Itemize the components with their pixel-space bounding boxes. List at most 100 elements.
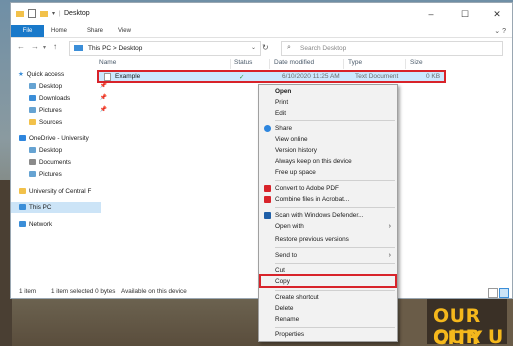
- column-divider[interactable]: [405, 59, 406, 69]
- menu-properties[interactable]: Properties: [259, 329, 397, 340]
- address-dropdown-icon[interactable]: ⌄: [251, 44, 256, 51]
- menu-view-online[interactable]: View online: [259, 134, 397, 145]
- menu-restore-versions[interactable]: Restore previous versions: [259, 234, 397, 245]
- file-name[interactable]: Example: [115, 73, 140, 80]
- sidebar-item-label: OneDrive - University: [29, 135, 89, 142]
- sidebar-item-label: Downloads: [39, 95, 71, 102]
- minimize-button[interactable]: –: [420, 7, 442, 21]
- column-divider[interactable]: [269, 59, 270, 69]
- search-placeholder: Search Desktop: [300, 45, 347, 52]
- text-file-icon: [104, 73, 111, 81]
- address-bar[interactable]: This PC > Desktop ⌄: [69, 41, 261, 56]
- sign-line-2: OUR U: [433, 326, 504, 348]
- menu-label: Print: [275, 99, 289, 106]
- menu-label: Edit: [275, 110, 287, 117]
- details-view-button[interactable]: [488, 288, 498, 298]
- menu-free-up-space[interactable]: Free up space: [259, 167, 397, 178]
- menu-always-keep[interactable]: Always keep on this device: [259, 156, 397, 167]
- menu-edit[interactable]: Edit: [259, 108, 397, 119]
- forward-button[interactable]: →: [31, 42, 39, 51]
- sidebar-network[interactable]: Network: [11, 219, 101, 230]
- help-icon[interactable]: ⌄ ?: [494, 27, 506, 35]
- separator-icon: |: [59, 10, 61, 17]
- acrobat-icon: [264, 196, 271, 203]
- ribbon-tabs: File Home Share View ⌄ ?: [11, 25, 512, 38]
- close-button[interactable]: ✕: [486, 7, 508, 21]
- maximize-button[interactable]: ☐: [454, 7, 476, 21]
- sidebar-item-label: Pictures: [39, 107, 62, 114]
- menu-scan-defender[interactable]: Scan with Windows Defender...: [259, 210, 397, 221]
- menu-label: Share: [275, 125, 293, 132]
- computer-icon: [19, 204, 26, 211]
- breadcrumb[interactable]: This PC > Desktop: [88, 45, 142, 52]
- sidebar-university[interactable]: University of Central F: [11, 186, 101, 197]
- chevron-down-icon[interactable]: ▾: [52, 10, 55, 17]
- menu-open-with[interactable]: Open with ›: [259, 221, 397, 232]
- menu-combine-acrobat[interactable]: Combine files in Acrobat...: [259, 194, 397, 205]
- menu-separator: [275, 263, 395, 264]
- menu-separator: [275, 180, 395, 181]
- column-name[interactable]: Name: [99, 59, 116, 66]
- up-button[interactable]: ↑: [53, 42, 57, 51]
- tab-view[interactable]: View: [118, 25, 131, 37]
- star-icon: ★: [18, 71, 24, 78]
- menu-convert-pdf[interactable]: Convert to Adobe PDF: [259, 183, 397, 194]
- menu-label: Open with: [275, 223, 304, 230]
- sidebar-quick-access[interactable]: ★ Quick access: [11, 69, 93, 80]
- folder-icon: [29, 119, 36, 126]
- shield-icon: [264, 212, 271, 219]
- recent-locations-button[interactable]: ▾: [43, 44, 46, 51]
- menu-label: Free up space: [275, 169, 316, 176]
- selection-info: 1 item selected 0 bytes: [51, 288, 116, 295]
- menu-label: Properties: [275, 331, 305, 338]
- menu-open[interactable]: Open: [259, 86, 397, 97]
- window-title: Desktop: [64, 10, 90, 17]
- file-row-example[interactable]: Example ✓ 6/10/2020 11:25 AM Text Docume…: [97, 70, 446, 83]
- large-icons-view-button[interactable]: [499, 288, 509, 298]
- menu-separator: [275, 327, 395, 328]
- column-divider[interactable]: [230, 59, 231, 69]
- search-icon: ⌕: [287, 44, 291, 51]
- menu-separator: [275, 207, 395, 208]
- refresh-button[interactable]: ↻: [262, 43, 269, 52]
- this-pc-icon: [74, 45, 83, 51]
- sidebar-onedrive[interactable]: OneDrive - University: [11, 133, 101, 144]
- sidebar-item-label: Sources: [39, 119, 63, 126]
- menu-rename[interactable]: Rename: [259, 314, 397, 325]
- sidebar-item-label: Desktop: [39, 147, 63, 154]
- new-folder-icon[interactable]: [40, 10, 48, 17]
- folder-icon: [16, 10, 24, 17]
- column-date-modified[interactable]: Date modified: [274, 59, 314, 66]
- menu-separator: [275, 120, 395, 121]
- title-bar: ▾ | Desktop – ☐ ✕: [11, 3, 512, 25]
- city-sign: OUR CITY OUR U: [427, 296, 507, 349]
- menu-label: Open: [275, 88, 292, 95]
- menu-send-to[interactable]: Send to ›: [259, 250, 397, 261]
- navigation-pane: ★ Quick access Desktop 📌 Downloads 📌 Pictur…: [11, 59, 107, 284]
- search-input[interactable]: ⌕ Search Desktop: [281, 41, 503, 56]
- menu-delete[interactable]: Delete: [259, 303, 397, 314]
- column-type[interactable]: Type: [348, 59, 362, 66]
- sidebar-item-label: Quick access: [26, 71, 65, 78]
- menu-version-history[interactable]: Version history: [259, 145, 397, 156]
- building-icon: [19, 188, 26, 195]
- menu-label: Restore previous versions: [275, 236, 349, 243]
- menu-label: Rename: [275, 316, 300, 323]
- properties-icon[interactable]: [28, 9, 36, 18]
- tab-file[interactable]: File: [11, 25, 44, 37]
- sidebar-this-pc[interactable]: This PC: [11, 202, 101, 213]
- tab-home[interactable]: Home: [51, 25, 67, 37]
- menu-print[interactable]: Print: [259, 97, 397, 108]
- menu-label: Version history: [275, 147, 317, 154]
- tab-share[interactable]: Share: [87, 25, 103, 37]
- menu-cut[interactable]: Cut: [259, 265, 397, 276]
- download-icon: [29, 95, 36, 102]
- menu-share[interactable]: Share: [259, 123, 397, 134]
- column-divider[interactable]: [343, 59, 344, 69]
- pdf-icon: [264, 185, 271, 192]
- sidebar-item-label: Network: [29, 221, 53, 228]
- menu-create-shortcut[interactable]: Create shortcut: [259, 292, 397, 303]
- back-button[interactable]: ←: [17, 42, 25, 51]
- column-size[interactable]: Size: [410, 59, 423, 66]
- column-status[interactable]: Status: [234, 59, 252, 66]
